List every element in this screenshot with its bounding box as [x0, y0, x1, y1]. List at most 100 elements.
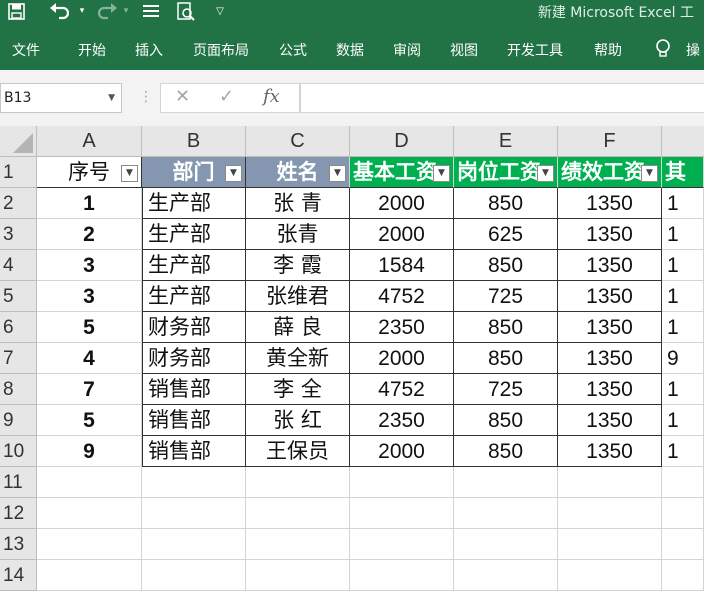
cell-d4[interactable]: 1584: [350, 250, 454, 281]
cell-a3[interactable]: 2: [37, 219, 142, 250]
cell-d10[interactable]: 2000: [350, 436, 454, 467]
cell-g12[interactable]: [662, 498, 704, 529]
cell-e11[interactable]: [454, 467, 558, 498]
cell-e3[interactable]: 625: [454, 219, 558, 250]
tab-formulas[interactable]: 公式: [279, 40, 307, 60]
cell-c5[interactable]: 张维君: [246, 281, 350, 312]
header-cell-g[interactable]: 其: [662, 157, 704, 188]
filter-dropdown-icon[interactable]: ▼: [329, 165, 346, 182]
header-cell-c[interactable]: 姓名 ▼: [246, 157, 350, 188]
lightbulb-icon[interactable]: [654, 38, 672, 62]
cell-b6[interactable]: 财务部: [142, 312, 246, 343]
confirm-icon[interactable]: ✓: [219, 86, 234, 107]
header-cell-d[interactable]: 基本工资 ▼: [350, 157, 454, 188]
cell-d13[interactable]: [350, 529, 454, 560]
column-header-a[interactable]: A: [37, 126, 142, 157]
cell-f4[interactable]: 1350: [558, 250, 662, 281]
cell-g10[interactable]: 1: [662, 436, 704, 467]
tab-view[interactable]: 视图: [450, 40, 478, 60]
cell-a13[interactable]: [37, 529, 142, 560]
cell-c11[interactable]: [246, 467, 350, 498]
cell-c4[interactable]: 李 霞: [246, 250, 350, 281]
tell-me-label[interactable]: 操: [686, 40, 700, 60]
cell-c10[interactable]: 王保员: [246, 436, 350, 467]
cell-a10[interactable]: 9: [37, 436, 142, 467]
filter-dropdown-icon[interactable]: ▼: [225, 165, 242, 182]
cell-b9[interactable]: 销售部: [142, 405, 246, 436]
cell-e14[interactable]: [454, 560, 558, 591]
tab-data[interactable]: 数据: [336, 40, 364, 60]
cell-e9[interactable]: 850: [454, 405, 558, 436]
cell-f3[interactable]: 1350: [558, 219, 662, 250]
cell-d2[interactable]: 2000: [350, 188, 454, 219]
cell-b11[interactable]: [142, 467, 246, 498]
tab-help[interactable]: 帮助: [594, 40, 622, 60]
row-header-11[interactable]: 11: [0, 467, 37, 498]
cell-f8[interactable]: 1350: [558, 374, 662, 405]
cancel-icon[interactable]: ✕: [175, 86, 190, 107]
cell-g6[interactable]: 1: [662, 312, 704, 343]
formula-input[interactable]: [300, 83, 704, 113]
cell-b5[interactable]: 生产部: [142, 281, 246, 312]
cell-d6[interactable]: 2350: [350, 312, 454, 343]
header-cell-b[interactable]: 部门 ▼: [142, 157, 246, 188]
cell-f10[interactable]: 1350: [558, 436, 662, 467]
name-box[interactable]: B13 ▼: [0, 83, 122, 113]
cell-f7[interactable]: 1350: [558, 343, 662, 374]
cell-c9[interactable]: 张 红: [246, 405, 350, 436]
header-cell-e[interactable]: 岗位工资 ▼: [454, 157, 558, 188]
undo-icon[interactable]: [46, 0, 74, 22]
row-header-3[interactable]: 3: [0, 219, 37, 250]
cell-e13[interactable]: [454, 529, 558, 560]
chevron-down-icon[interactable]: ▽: [210, 0, 230, 22]
column-header-e[interactable]: E: [454, 126, 558, 157]
filter-dropdown-icon[interactable]: ▼: [121, 165, 138, 182]
tab-review[interactable]: 审阅: [393, 40, 421, 60]
cell-d9[interactable]: 2350: [350, 405, 454, 436]
cell-f6[interactable]: 1350: [558, 312, 662, 343]
chevron-down-icon[interactable]: ▼: [108, 84, 115, 112]
grip-icon[interactable]: ⋮: [139, 89, 153, 105]
header-cell-f[interactable]: 绩效工资 ▼: [558, 157, 662, 188]
redo-dropdown-icon[interactable]: ▾: [120, 0, 132, 22]
cell-a4[interactable]: 3: [37, 250, 142, 281]
cell-f12[interactable]: [558, 498, 662, 529]
cell-d11[interactable]: [350, 467, 454, 498]
cell-g9[interactable]: 1: [662, 405, 704, 436]
menu-icon[interactable]: [140, 0, 162, 22]
cell-c13[interactable]: [246, 529, 350, 560]
cell-d7[interactable]: 2000: [350, 343, 454, 374]
column-header-d[interactable]: D: [350, 126, 454, 157]
cell-f2[interactable]: 1350: [558, 188, 662, 219]
cell-d3[interactable]: 2000: [350, 219, 454, 250]
cell-c8[interactable]: 李 全: [246, 374, 350, 405]
cell-c3[interactable]: 张青: [246, 219, 350, 250]
cell-g4[interactable]: 1: [662, 250, 704, 281]
cell-a11[interactable]: [37, 467, 142, 498]
tab-file[interactable]: 文件: [12, 40, 40, 60]
cell-d5[interactable]: 4752: [350, 281, 454, 312]
row-header-5[interactable]: 5: [0, 281, 37, 312]
cell-b12[interactable]: [142, 498, 246, 529]
row-header-10[interactable]: 10: [0, 436, 37, 467]
cell-e10[interactable]: 850: [454, 436, 558, 467]
insert-function-button[interactable]: fx: [263, 86, 280, 107]
cell-e6[interactable]: 850: [454, 312, 558, 343]
cell-g5[interactable]: 1: [662, 281, 704, 312]
cell-d12[interactable]: [350, 498, 454, 529]
redo-icon[interactable]: [94, 0, 120, 22]
undo-dropdown-icon[interactable]: ▾: [76, 0, 88, 22]
cell-e4[interactable]: 850: [454, 250, 558, 281]
save-icon[interactable]: [4, 0, 28, 22]
row-header-4[interactable]: 4: [0, 250, 37, 281]
cell-g2[interactable]: 1: [662, 188, 704, 219]
cell-e12[interactable]: [454, 498, 558, 529]
print-preview-icon[interactable]: [174, 0, 198, 22]
cell-e7[interactable]: 850: [454, 343, 558, 374]
cell-c14[interactable]: [246, 560, 350, 591]
cell-e8[interactable]: 725: [454, 374, 558, 405]
filter-dropdown-icon[interactable]: ▼: [433, 165, 450, 182]
cell-b10[interactable]: 销售部: [142, 436, 246, 467]
filter-dropdown-icon[interactable]: ▼: [641, 165, 658, 182]
cell-g7[interactable]: 9: [662, 343, 704, 374]
